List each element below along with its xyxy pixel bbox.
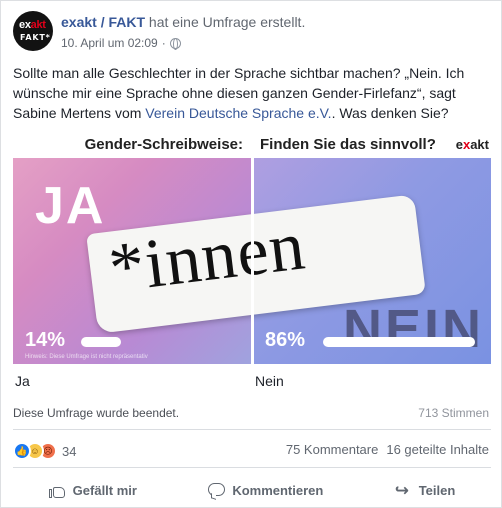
share-button[interactable]: ↪ Teilen bbox=[383, 476, 468, 505]
poll-post: exakt FAKT* exakt / FAKT hat eine Umfrag… bbox=[0, 0, 502, 508]
exakt-logo: exakt bbox=[455, 137, 489, 152]
banner-left: Gender-Schreibweise: bbox=[13, 132, 251, 158]
poll-image: JA NEIN *innen Gender-Schreibweise: Find… bbox=[13, 132, 491, 364]
divider bbox=[13, 429, 491, 430]
poll-ended-text: Diese Umfrage wurde beendet. bbox=[13, 406, 180, 420]
big-nein-text: NEIN bbox=[343, 299, 485, 359]
nein-percent: 86% bbox=[265, 329, 306, 351]
poll-option-ja-label[interactable]: Ja bbox=[15, 373, 30, 389]
panel-divider bbox=[251, 132, 254, 364]
share-icon: ↪ bbox=[394, 480, 409, 501]
comment-button[interactable]: Kommentieren bbox=[196, 476, 335, 505]
big-ja-text: JA bbox=[35, 177, 106, 235]
share-label: Teilen bbox=[418, 482, 456, 498]
verein-link[interactable]: Verein Deutsche Sprache e.V. bbox=[145, 105, 331, 121]
banner-right: Finden Sie das sinnvoll? exakt bbox=[254, 132, 491, 158]
comment-icon bbox=[208, 482, 226, 500]
reactions-summary[interactable]: 👍 ☺ ☹ 34 bbox=[13, 442, 76, 460]
globe-icon[interactable] bbox=[169, 37, 181, 50]
post-action-text: hat eine Umfrage erstellt. bbox=[148, 14, 306, 30]
action-bar: Gefällt mir Kommentieren ↪ Teilen bbox=[13, 472, 491, 508]
divider bbox=[13, 467, 491, 468]
shares-count[interactable]: 16 geteilte Inhalte bbox=[386, 442, 489, 457]
ja-progress-bar bbox=[81, 337, 121, 347]
avatar-logo-text: exakt bbox=[19, 19, 46, 31]
comment-label: Kommentieren bbox=[232, 482, 324, 498]
post-timestamp[interactable]: 10. April um 02:09 bbox=[61, 36, 158, 50]
post-header: exakt / FAKT hat eine Umfrage erstellt. bbox=[61, 14, 305, 30]
banner-right-text: Finden Sie das sinnvoll? bbox=[260, 136, 436, 153]
engagement-counts: 75 Kommentare 16 geteilte Inhalte bbox=[286, 442, 489, 457]
ja-percent: 14% bbox=[25, 329, 66, 351]
post-text: Sollte man alle Geschlechter in der Spra… bbox=[13, 63, 491, 123]
page-avatar[interactable]: exakt FAKT* bbox=[13, 11, 53, 51]
poll-disclaimer: Hinweis: Diese Umfrage ist nicht repräse… bbox=[25, 354, 148, 360]
post-text-part: . Was denken Sie? bbox=[331, 105, 449, 121]
like-button[interactable]: Gefällt mir bbox=[37, 476, 149, 505]
reaction-count: 34 bbox=[62, 443, 77, 459]
post-meta: 10. April um 02:09 · bbox=[61, 36, 181, 50]
avatar-logo-subtext: FAKT* bbox=[20, 33, 51, 42]
nein-progress-bar bbox=[323, 337, 475, 347]
poll-votes-count[interactable]: 713 Stimmen bbox=[418, 406, 489, 420]
thumbs-up-icon bbox=[48, 482, 66, 499]
comments-count[interactable]: 75 Kommentare bbox=[286, 442, 379, 457]
like-reaction-icon: 👍 bbox=[13, 442, 31, 460]
separator-dot: · bbox=[161, 36, 166, 50]
like-label: Gefällt mir bbox=[72, 482, 137, 498]
poll-option-nein-label[interactable]: Nein bbox=[255, 373, 284, 389]
author-link[interactable]: exakt / FAKT bbox=[61, 14, 145, 30]
